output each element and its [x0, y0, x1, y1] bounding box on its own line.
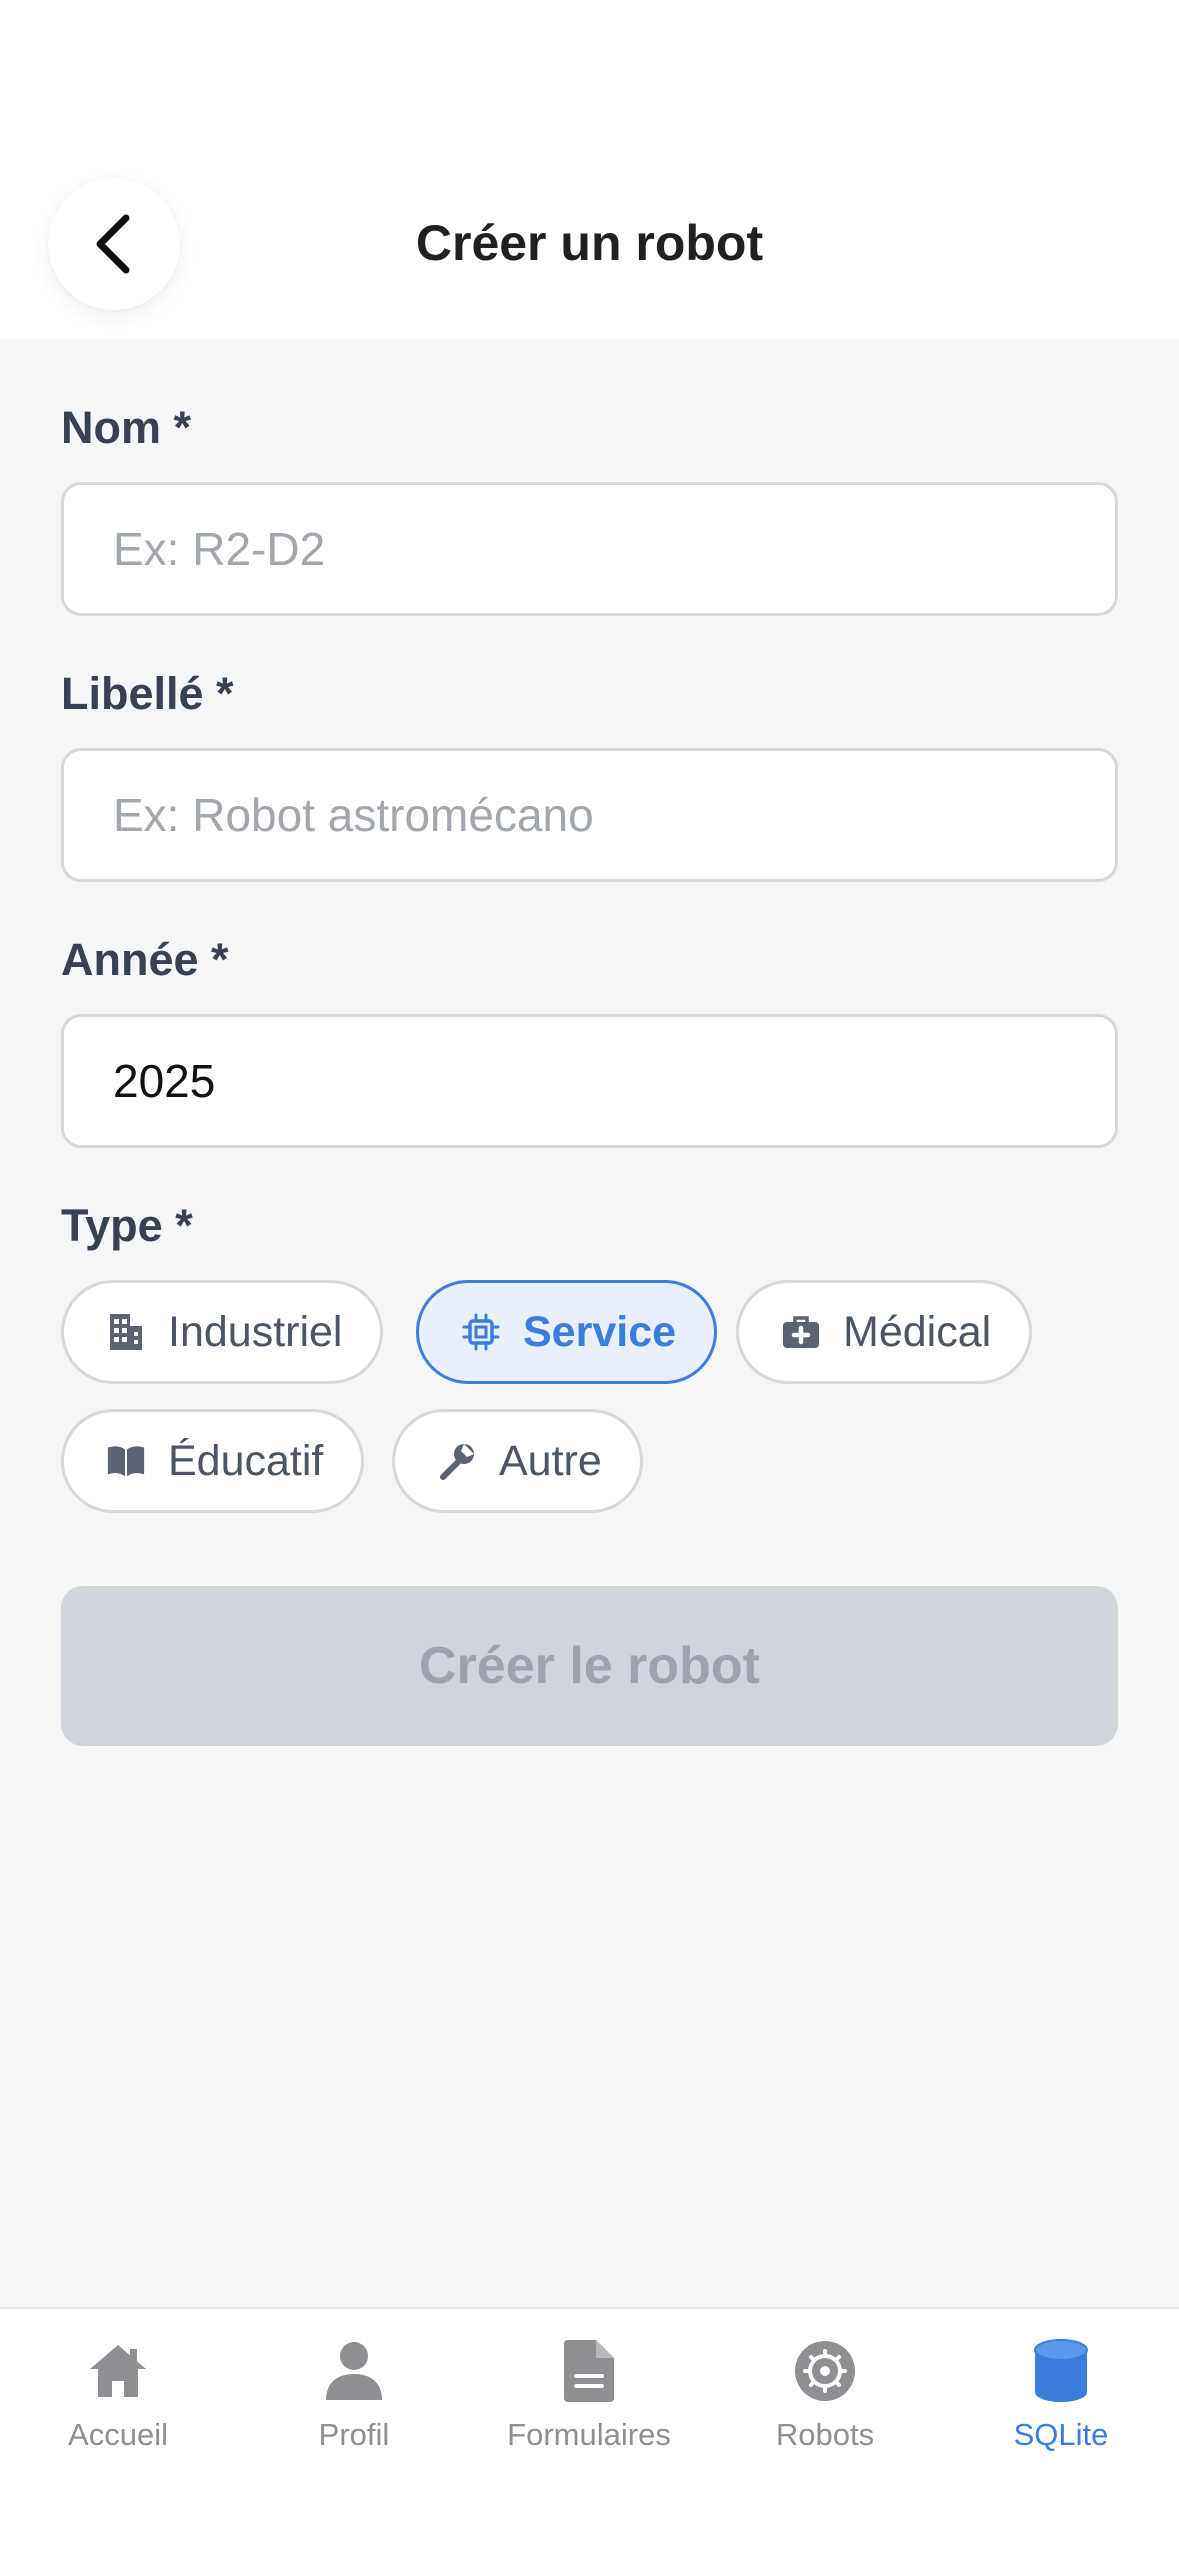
tab-label: Profil	[318, 2417, 390, 2452]
home-icon	[86, 2335, 150, 2407]
type-chip-industriel[interactable]: Industriel	[61, 1280, 384, 1384]
tab-formulaires[interactable]: Formulaires	[471, 2309, 707, 2489]
annee-input[interactable]: 2025	[61, 1014, 1118, 1148]
header: Créer un robot	[0, 0, 1179, 339]
robot-icon	[793, 2335, 857, 2407]
building-icon	[106, 1312, 146, 1352]
nom-input[interactable]: Ex: R2-D2	[61, 482, 1118, 616]
tab-label: Formulaires	[507, 2417, 671, 2452]
tab-label: SQLite	[1013, 2417, 1109, 2452]
book-icon	[106, 1441, 146, 1481]
libelle-label: Libellé *	[61, 668, 234, 719]
type-chip-medical[interactable]: Médical	[736, 1280, 1033, 1384]
libelle-input[interactable]: Ex: Robot astromécano	[61, 748, 1118, 882]
tab-label: Robots	[775, 2417, 875, 2452]
document-icon	[562, 2335, 616, 2407]
medkit-icon	[781, 1312, 821, 1352]
type-label: Type *	[61, 1200, 193, 1251]
person-icon	[324, 2335, 384, 2407]
type-chip-service[interactable]: Service	[416, 1280, 718, 1384]
chip-icon	[461, 1312, 501, 1352]
tab-label: Accueil	[68, 2417, 168, 2452]
annee-label: Année *	[61, 934, 229, 985]
page-title: Créer un robot	[415, 215, 764, 271]
tab-profil[interactable]: Profil	[236, 2309, 472, 2489]
chip-label: Industriel	[168, 1307, 343, 1356]
chip-label: Éducatif	[168, 1436, 324, 1485]
type-chip-educatif[interactable]: Éducatif	[61, 1409, 365, 1513]
tab-robots[interactable]: Robots	[707, 2309, 943, 2489]
chip-label: Médical	[843, 1307, 992, 1356]
tab-bar: Accueil Profil Formulaires Robots SQLite	[0, 2307, 1179, 2556]
chip-label: Service	[523, 1307, 677, 1356]
nom-label: Nom *	[61, 402, 192, 453]
tab-accueil[interactable]: Accueil	[0, 2309, 236, 2489]
database-icon	[1033, 2335, 1089, 2407]
type-chip-autre[interactable]: Autre	[392, 1409, 643, 1513]
wrench-icon	[437, 1441, 477, 1481]
create-robot-button[interactable]: Créer le robot	[61, 1586, 1118, 1746]
chip-label: Autre	[499, 1436, 602, 1485]
tab-sqlite[interactable]: SQLite	[943, 2309, 1179, 2489]
